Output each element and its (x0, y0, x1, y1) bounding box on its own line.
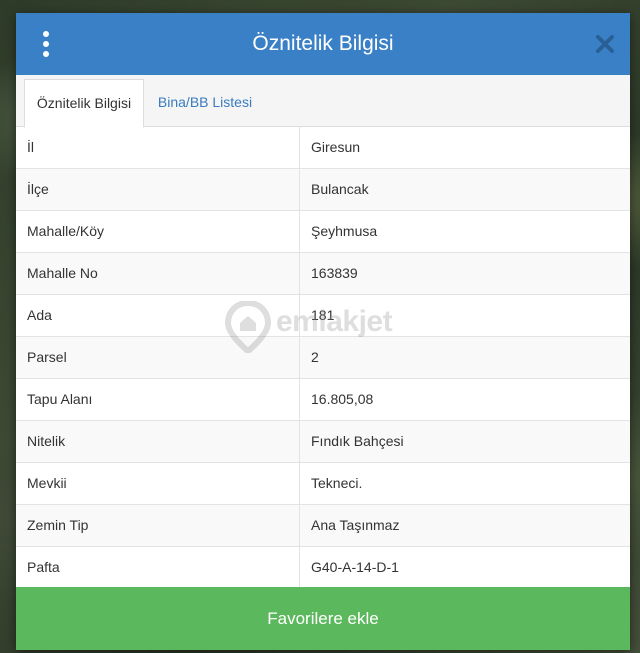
dialog-header: Öznitelik Bilgisi (16, 13, 630, 75)
column-divider (299, 505, 300, 547)
attribute-key: Mahalle No (27, 265, 98, 281)
column-divider (299, 463, 300, 505)
attribute-key: Mahalle/Köy (27, 223, 105, 239)
column-divider (299, 169, 300, 211)
column-divider (299, 421, 300, 463)
column-divider (299, 295, 300, 337)
column-divider (299, 337, 300, 379)
table-row: Mahalle No 163839 (16, 253, 630, 295)
table-row: Parsel 2 (16, 337, 630, 379)
column-divider (299, 253, 300, 295)
dialog-title: Öznitelik Bilgisi (252, 32, 394, 55)
attribute-value: Bulancak (311, 181, 369, 197)
attribute-info-dialog: Öznitelik Bilgisi Öznitelik Bilgisi Bina… (16, 13, 630, 650)
table-row: İl Giresun (16, 127, 630, 169)
attribute-value: Fındık Bahçesi (311, 433, 404, 449)
table-row: Nitelik Fındık Bahçesi (16, 421, 630, 463)
attribute-value: 181 (311, 307, 335, 323)
table-row: Mevkii Tekneci. (16, 463, 630, 505)
close-icon[interactable] (594, 33, 616, 55)
add-to-favorites-button[interactable]: Favorilere ekle (16, 587, 630, 650)
attribute-key: İl (27, 139, 34, 155)
attribute-table: İl Giresun İlçe Bulancak Mahalle/Köy Şey… (16, 127, 630, 589)
attribute-key: İlçe (27, 181, 49, 197)
attribute-value: Giresun (311, 139, 361, 155)
attribute-value: G40-A-14-D-1 (311, 559, 399, 575)
attribute-key: Parsel (27, 349, 67, 365)
attribute-key: Zemin Tip (27, 517, 89, 533)
column-divider (299, 211, 300, 253)
tab-attribute-info[interactable]: Öznitelik Bilgisi (24, 79, 144, 128)
table-row: Zemin Tip Ana Taşınmaz (16, 505, 630, 547)
attribute-key: Ada (27, 307, 52, 323)
column-divider (299, 547, 300, 589)
attribute-key: Nitelik (27, 433, 66, 449)
attribute-value: Ana Taşınmaz (311, 517, 400, 533)
attribute-value: 16.805,08 (311, 391, 374, 407)
table-row: Tapu Alanı 16.805,08 (16, 379, 630, 421)
attribute-value: Tekneci. (311, 475, 363, 491)
attribute-value: Şeyhmusa (311, 223, 378, 239)
column-divider (299, 127, 300, 169)
table-row: Pafta G40-A-14-D-1 (16, 547, 630, 589)
attribute-key: Tapu Alanı (27, 391, 93, 407)
attribute-value: 163839 (311, 265, 358, 281)
attribute-key: Mevkii (27, 475, 67, 491)
table-row: İlçe Bulancak (16, 169, 630, 211)
attribute-value: 2 (311, 349, 319, 365)
column-divider (299, 379, 300, 421)
table-row: Ada 181 (16, 295, 630, 337)
tab-building-list[interactable]: Bina/BB Listesi (144, 79, 266, 126)
tab-bar: Öznitelik Bilgisi Bina/BB Listesi (16, 75, 630, 128)
attribute-key: Pafta (27, 559, 60, 575)
table-row: Mahalle/Köy Şeyhmusa (16, 211, 630, 253)
